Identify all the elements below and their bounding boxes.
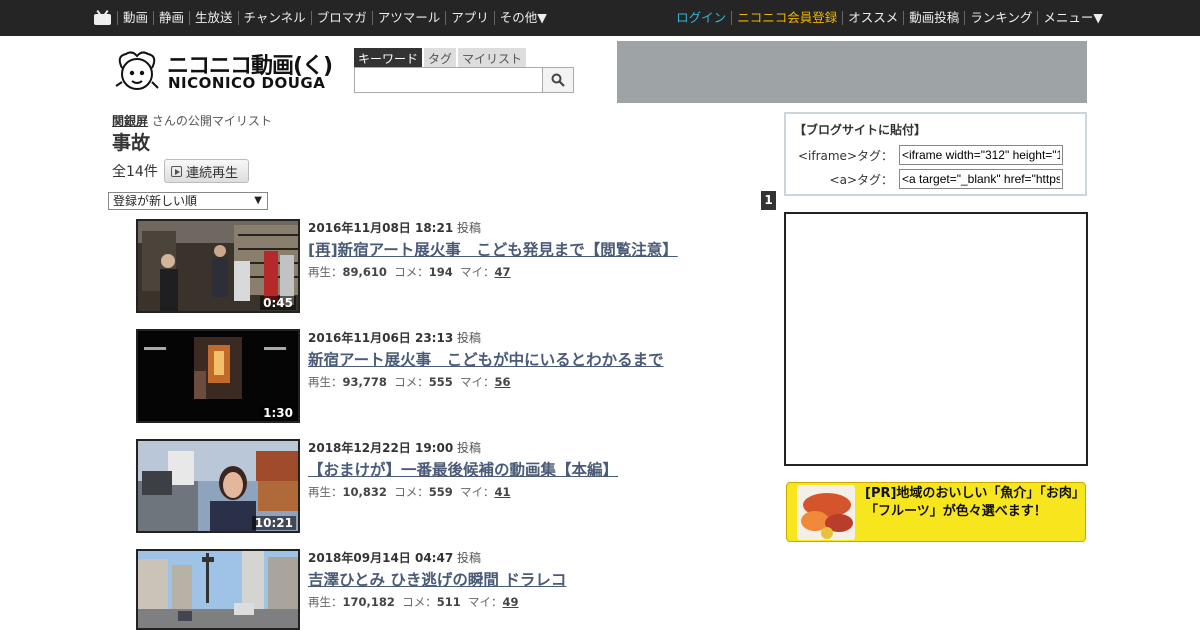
continuous-play-label: 連続再生: [186, 165, 239, 181]
video-duration: 0:45: [260, 296, 296, 310]
nav-ranking[interactable]: ランキング: [964, 11, 1037, 25]
mylist-count-link[interactable]: 47: [495, 265, 511, 279]
video-date: 2018年12月22日 19:00 投稿: [308, 441, 482, 455]
global-nav-bar: 動画 静画 生放送 チャンネル ブロマガ アツマール アプリ その他▼ ログイン…: [0, 0, 1200, 36]
search-tab-keyword[interactable]: キーワード: [354, 48, 423, 67]
search-button[interactable]: [542, 67, 574, 93]
video-date: 2016年11月06日 23:13 投稿: [308, 331, 482, 345]
video-duration: 10:21: [251, 516, 296, 530]
video-thumbnail[interactable]: 1:30: [136, 329, 300, 423]
video-date: 2016年11月08日 18:21 投稿: [308, 221, 482, 235]
nav-menu-dropdown[interactable]: メニュー▼: [1037, 11, 1108, 25]
header-ad-banner[interactable]: [617, 41, 1087, 103]
mylist-count-link[interactable]: 41: [495, 485, 511, 499]
embedded-player-frame[interactable]: [784, 212, 1088, 466]
nav-seiga[interactable]: 静画: [153, 11, 189, 25]
video-item: 2018年09月14日 04:47 投稿 吉澤ひとみ ひき逃げの瞬間 ドラレコ …: [136, 549, 756, 630]
video-title-link[interactable]: 【おまけが】一番最後候補の動画集【本編】: [308, 458, 618, 480]
magnifier-icon: [551, 73, 565, 87]
video-meta: 2016年11月06日 23:13 投稿 新宿アート展火事 こどもが中にいるとわ…: [308, 329, 664, 390]
site-logo[interactable]: ニコニコ動画(く) NICONICO DOUGA: [112, 46, 348, 96]
niconico-tv-icon[interactable]: [94, 9, 111, 25]
nav-recommend[interactable]: オススメ: [842, 11, 903, 25]
video-thumbnail[interactable]: 10:21: [136, 439, 300, 533]
a-embed-field[interactable]: [899, 169, 1063, 189]
owner-link[interactable]: 関銀屏: [112, 114, 148, 128]
iframe-embed-field[interactable]: [899, 145, 1063, 165]
mylist-count-link[interactable]: 56: [495, 375, 511, 389]
video-stats: 再生：170,182 コメ：511 マイ：49: [308, 595, 519, 609]
mylist-count-link[interactable]: 49: [503, 595, 519, 609]
iframe-embed-row: <iframe>タグ：: [798, 145, 1063, 165]
blog-embed-title: 【ブログサイトに貼付】: [794, 123, 927, 137]
blog-embed-box: 【ブログサイトに貼付】 <iframe>タグ： <a>タグ：: [784, 112, 1087, 196]
video-meta: 2016年11月08日 18:21 投稿 [再]新宿アート展火事 こども発見まで…: [308, 219, 678, 280]
nav-upload[interactable]: 動画投稿: [903, 11, 964, 25]
video-thumbnail[interactable]: [136, 549, 300, 630]
video-thumbnail[interactable]: 0:45: [136, 219, 300, 313]
pr-ad-banner[interactable]: [PR]地域のおいしい「魚介」「お肉」「フルーツ」が色々選べます！: [786, 482, 1086, 542]
register-link[interactable]: ニコニコ会員登録: [731, 11, 842, 25]
sort-select-value: 登録が新しい順: [113, 194, 198, 208]
pr-text: [PR]地域のおいしい「魚介」「お肉」「フルーツ」が色々選べます！: [865, 486, 1079, 519]
mylist-title: 事故: [112, 132, 151, 154]
video-title-link[interactable]: 新宿アート展火事 こどもが中にいるとわかるまで: [308, 348, 664, 370]
play-icon: [171, 165, 182, 177]
login-link[interactable]: ログイン: [671, 11, 731, 25]
global-nav-left: 動画 静画 生放送 チャンネル ブロマガ アツマール アプリ その他▼: [94, 0, 552, 36]
video-duration: 1:30: [260, 406, 296, 420]
global-nav-right: ログイン ニコニコ会員登録 オススメ 動画投稿 ランキング メニュー▼: [671, 0, 1108, 36]
nav-live[interactable]: 生放送: [189, 11, 238, 25]
a-embed-row: <a>タグ：: [830, 169, 1063, 189]
nav-blomaga[interactable]: ブロマガ: [310, 11, 372, 25]
video-date: 2018年09月14日 04:47 投稿: [308, 551, 482, 565]
search-input[interactable]: [354, 67, 543, 93]
thumbnail-image: [138, 551, 298, 628]
video-item: 10:21 2018年12月22日 19:00 投稿 【おまけが】一番最後候補の…: [136, 439, 756, 534]
search-tab-mylist[interactable]: マイリスト: [458, 48, 527, 67]
pr-food-image: [797, 485, 855, 540]
video-stats: 再生：89,610 コメ：194 マイ：47: [308, 265, 511, 279]
page-number[interactable]: 1: [761, 191, 776, 210]
video-title-link[interactable]: [再]新宿アート展火事 こども発見まで【閲覧注意】: [308, 238, 678, 260]
search-tabs: キーワード タグ マイリスト: [354, 48, 527, 67]
nav-douga[interactable]: 動画: [117, 11, 153, 25]
nav-channel[interactable]: チャンネル: [237, 11, 311, 25]
search-tab-tag[interactable]: タグ: [424, 48, 457, 67]
continuous-play-button[interactable]: 連続再生: [164, 159, 249, 183]
video-item: 1:30 2016年11月06日 23:13 投稿 新宿アート展火事 こどもが中…: [136, 329, 756, 424]
mylist-owner-line: 関銀屏 さんの公開マイリスト: [112, 112, 272, 129]
mascot-logo-icon: [115, 51, 159, 90]
item-count: 全14件: [112, 164, 158, 180]
nav-others-dropdown[interactable]: その他▼: [493, 11, 552, 25]
video-meta: 2018年09月14日 04:47 投稿 吉澤ひとみ ひき逃げの瞬間 ドラレコ …: [308, 549, 566, 610]
video-meta: 2018年12月22日 19:00 投稿 【おまけが】一番最後候補の動画集【本編…: [308, 439, 618, 500]
iframe-embed-label: <iframe>タグ：: [797, 148, 893, 163]
video-stats: 再生：10,832 コメ：559 マイ：41: [308, 485, 511, 499]
video-item: 0:45 2016年11月08日 18:21 投稿 [再]新宿アート展火事 こど…: [136, 219, 756, 314]
owner-suffix: さんの公開マイリスト: [151, 114, 272, 128]
nav-atsumaru[interactable]: アツマール: [371, 11, 446, 25]
dropdown-arrow-icon: ▼: [254, 195, 262, 206]
sort-select[interactable]: 登録が新しい順 ▼: [108, 192, 268, 210]
nav-apps[interactable]: アプリ: [445, 11, 494, 25]
video-title-link[interactable]: 吉澤ひとみ ひき逃げの瞬間 ドラレコ: [308, 568, 566, 590]
logo-text-en: NICONICO DOUGA: [168, 74, 326, 92]
a-embed-label: <a>タグ：: [829, 172, 893, 187]
video-stats: 再生：93,778 コメ：555 マイ：56: [308, 375, 511, 389]
